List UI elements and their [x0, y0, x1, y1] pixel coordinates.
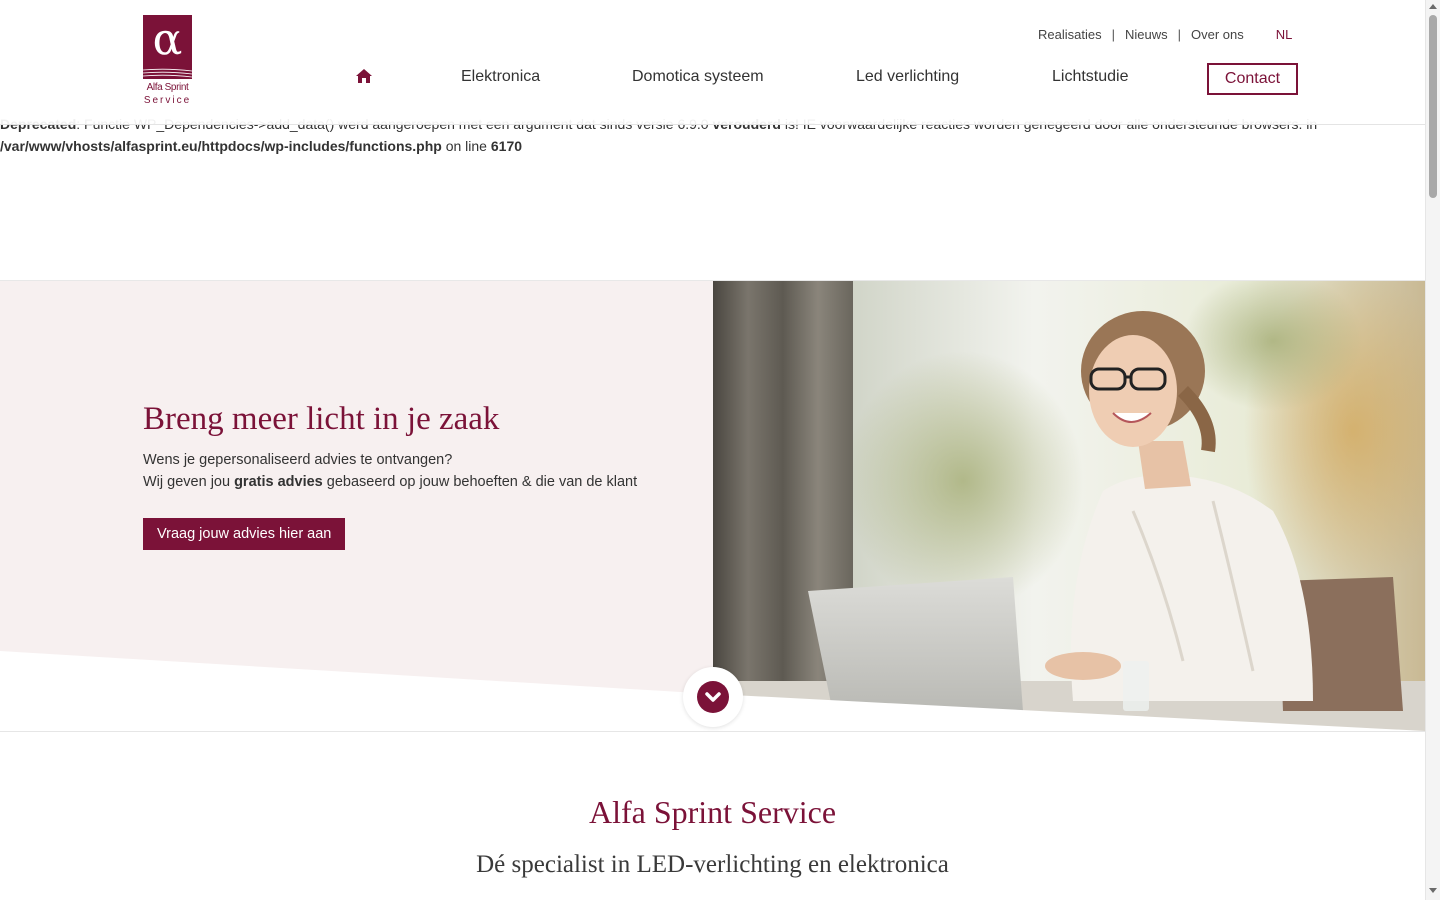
topnav-over-ons[interactable]: Over ons	[1183, 27, 1252, 42]
top-nav: Realisaties | Nieuws | Over ons NL	[1030, 24, 1300, 44]
intro-subtitle: Dé specialist in LED-verlichting en elek…	[476, 851, 949, 878]
topnav-nieuws[interactable]: Nieuws	[1117, 27, 1176, 42]
logo[interactable]: α Alfa Sprint Service	[143, 15, 192, 110]
contact-button[interactable]: Contact	[1207, 63, 1298, 95]
home-icon[interactable]	[356, 69, 372, 83]
advice-request-button[interactable]: Vraag jouw advies hier aan	[143, 518, 346, 550]
hero-description: Wens je gepersonaliseerd advies te ontva…	[143, 449, 637, 493]
language-switch[interactable]: NL	[1252, 27, 1301, 42]
nav-elektronica[interactable]: Elektronica	[461, 66, 540, 88]
hero-line-2-bold: gratis advies	[234, 474, 323, 490]
topnav-separator: |	[1111, 26, 1115, 42]
scroll-down-circle	[697, 681, 729, 713]
notice-line-number: 6170	[490, 138, 523, 154]
notice-on-line: on line	[441, 138, 491, 154]
page-scrollbar[interactable]	[1425, 0, 1440, 900]
logo-alpha-symbol: α	[152, 14, 183, 65]
scrollbar-thumb[interactable]	[1429, 15, 1437, 198]
scroll-up-arrow-icon[interactable]	[1429, 4, 1437, 9]
scroll-down-button[interactable]	[683, 667, 743, 727]
topnav-separator: |	[1177, 26, 1181, 42]
nav-domotica-systeem[interactable]: Domotica systeem	[632, 66, 764, 88]
hero-line-2-end: gebaseerd op jouw behoeften & die van de…	[322, 474, 638, 490]
hero-bottom-diagonal	[0, 651, 1425, 731]
intro-title: Alfa Sprint Service	[588, 794, 837, 830]
nav-led-verlichting[interactable]: Led verlichting	[856, 66, 959, 88]
scroll-down-arrow-icon[interactable]	[1429, 888, 1437, 893]
logo-text-service: Service	[143, 95, 192, 106]
hero-title: Breng meer licht in je zaak	[143, 401, 500, 437]
nav-lichtstudie[interactable]: Lichtstudie	[1052, 66, 1129, 88]
hero-line-2-start: Wij geven jou	[143, 474, 235, 490]
chevron-down-icon	[705, 692, 721, 702]
hero-description-line-1: Wens je gepersonaliseerd advies te ontva…	[143, 452, 453, 468]
hero-section: Breng meer licht in je zaak Wens je gepe…	[0, 280, 1425, 732]
hero-description-line-2: Wij geven jou gratis advies gebaseerd op…	[143, 471, 637, 493]
notice-line-2: /var/www/vhosts/alfasprint.eu/httpdocs/w…	[0, 135, 1425, 157]
site-header: α Alfa Sprint Service Realisaties | Nieu…	[0, 0, 1425, 125]
notice-path: /var/www/vhosts/alfasprint.eu/httpdocs/w…	[0, 138, 442, 154]
page: Deprecated: Functie WP_Dependencies->add…	[0, 0, 1425, 900]
topnav-realisaties[interactable]: Realisaties	[1030, 27, 1110, 42]
